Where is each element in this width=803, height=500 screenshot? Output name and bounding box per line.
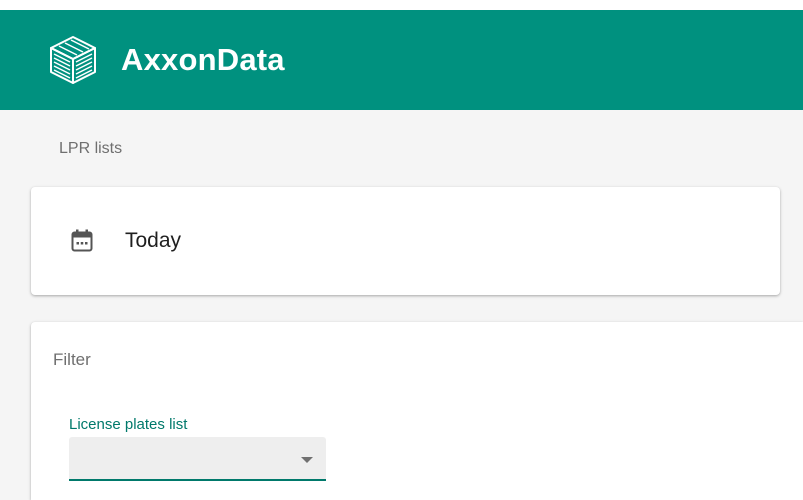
chevron-down-icon [301, 457, 313, 463]
filter-title: Filter [53, 350, 91, 369]
filter-card: Filter License plates list [31, 322, 803, 500]
stacked-layers-cube-icon [50, 36, 96, 84]
page-title: LPR lists [59, 140, 123, 157]
app-header: AxxonData [0, 10, 803, 110]
app-title: AxxonData [121, 42, 285, 77]
calendar-icon [71, 229, 93, 252]
page: AxxonData LPR lists Today Filter License… [0, 0, 803, 500]
date-card[interactable]: Today [31, 187, 780, 295]
license-plates-list-select[interactable] [69, 437, 326, 481]
top-strip [0, 0, 803, 10]
date-label: Today [125, 229, 182, 252]
license-plates-list-label: License plates list [69, 416, 188, 433]
